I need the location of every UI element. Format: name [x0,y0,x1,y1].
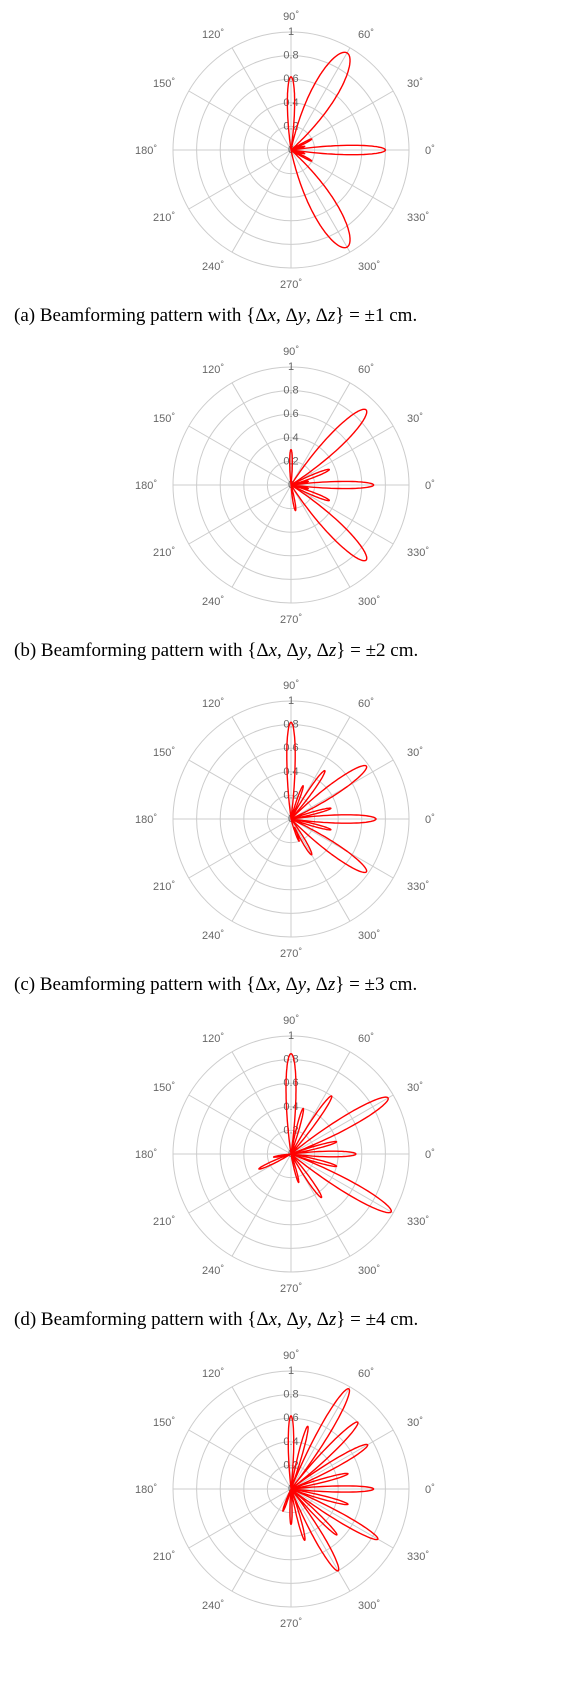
svg-text:60°: 60° [358,362,374,376]
svg-text:0.8: 0.8 [283,719,298,731]
figure-panel-e: 0° 30° 60° 90° 120° 150° 180° 210° 240° 270° 300° 3… [0,1339,582,1639]
polar-plot: 0° 30° 60° 90° 120° 150° 180° 210° 240° 270° 300° 3… [0,335,582,635]
svg-text:210°: 210° [153,879,175,893]
svg-text:270°: 270° [280,1281,302,1295]
svg-text:0°: 0° [425,478,435,492]
svg-text:240°: 240° [202,1598,224,1612]
svg-text:240°: 240° [202,1263,224,1277]
svg-text:300°: 300° [358,1263,380,1277]
svg-text:30°: 30° [407,745,423,759]
svg-text:330°: 330° [407,210,429,224]
svg-text:90°: 90° [283,678,299,692]
svg-text:0.4: 0.4 [283,766,298,778]
svg-text:0.8: 0.8 [283,384,298,396]
svg-text:240°: 240° [202,928,224,942]
svg-text:210°: 210° [153,210,175,224]
svg-text:1: 1 [288,1365,294,1377]
svg-text:60°: 60° [358,1031,374,1045]
svg-text:300°: 300° [358,1598,380,1612]
svg-text:30°: 30° [407,76,423,90]
svg-text:300°: 300° [358,259,380,273]
svg-text:120°: 120° [202,362,224,376]
svg-text:180°: 180° [135,1147,157,1161]
svg-text:30°: 30° [407,411,423,425]
subfigure-caption: (c) Beamforming pattern with {Δx, Δy, Δz… [0,969,431,1004]
svg-text:1: 1 [288,695,294,707]
svg-text:210°: 210° [153,1549,175,1563]
svg-text:1: 1 [288,1030,294,1042]
svg-text:60°: 60° [358,696,374,710]
svg-text:0.4: 0.4 [283,1436,298,1448]
svg-text:30°: 30° [407,1415,423,1429]
subfigure-caption: (d) Beamforming pattern with {Δx, Δy, Δz… [0,1304,432,1339]
figure-panel-d: 0° 30° 60° 90° 120° 150° 180° 210° 240° 270° 300° 3… [0,1004,582,1339]
svg-text:0°: 0° [425,1482,435,1496]
svg-text:150°: 150° [153,411,175,425]
svg-text:1: 1 [288,361,294,373]
svg-text:0.6: 0.6 [283,743,298,755]
svg-text:60°: 60° [358,27,374,41]
svg-text:0.8: 0.8 [283,1388,298,1400]
svg-text:180°: 180° [135,812,157,826]
svg-text:300°: 300° [358,928,380,942]
svg-text:1: 1 [288,26,294,38]
figure-panel-b: 0° 30° 60° 90° 120° 150° 180° 210° 240° 270° 300° 3… [0,335,582,670]
svg-text:240°: 240° [202,594,224,608]
svg-text:150°: 150° [153,745,175,759]
subfigure-caption: (b) Beamforming pattern with {Δx, Δy, Δz… [0,635,432,670]
svg-text:0°: 0° [425,1147,435,1161]
svg-text:0.8: 0.8 [283,1054,298,1066]
svg-text:0.6: 0.6 [283,1412,298,1424]
svg-text:120°: 120° [202,1031,224,1045]
svg-text:180°: 180° [135,1482,157,1496]
svg-text:270°: 270° [280,612,302,626]
svg-text:90°: 90° [283,344,299,358]
polar-plot: 0° 30° 60° 90° 120° 150° 180° 210° 240° 270° 300° 3… [0,0,582,300]
svg-text:0.6: 0.6 [283,73,298,85]
svg-text:120°: 120° [202,27,224,41]
polar-plot: 0° 30° 60° 90° 120° 150° 180° 210° 240° 270° 300° 3… [0,1004,582,1304]
svg-text:120°: 120° [202,1366,224,1380]
svg-text:90°: 90° [283,9,299,23]
svg-text:330°: 330° [407,1214,429,1228]
svg-text:90°: 90° [283,1013,299,1027]
svg-text:150°: 150° [153,1080,175,1094]
svg-text:90°: 90° [283,1348,299,1362]
subfigure-caption: (a) Beamforming pattern with {Δx, Δy, Δz… [0,300,431,335]
svg-text:330°: 330° [407,879,429,893]
svg-text:270°: 270° [280,946,302,960]
svg-text:330°: 330° [407,545,429,559]
svg-text:180°: 180° [135,478,157,492]
svg-text:330°: 330° [407,1549,429,1563]
svg-text:0.4: 0.4 [283,431,298,443]
svg-text:270°: 270° [280,1616,302,1630]
svg-text:0.6: 0.6 [283,408,298,420]
svg-text:150°: 150° [153,1415,175,1429]
svg-text:240°: 240° [202,259,224,273]
svg-text:0.2: 0.2 [283,455,298,467]
svg-text:180°: 180° [135,143,157,157]
svg-text:210°: 210° [153,1214,175,1228]
svg-text:210°: 210° [153,545,175,559]
svg-text:120°: 120° [202,696,224,710]
figure-panel-c: 0° 30° 60° 90° 120° 150° 180° 210° 240° 270° 300° 3… [0,669,582,1004]
svg-text:0.4: 0.4 [283,97,298,109]
svg-text:30°: 30° [407,1080,423,1094]
svg-text:0.8: 0.8 [283,50,298,62]
polar-plot: 0° 30° 60° 90° 120° 150° 180° 210° 240° 270° 300° 3… [0,669,582,969]
svg-text:60°: 60° [358,1366,374,1380]
svg-text:0°: 0° [425,143,435,157]
polar-plot: 0° 30° 60° 90° 120° 150° 180° 210° 240° 270° 300° 3… [0,1339,582,1639]
svg-text:270°: 270° [280,277,302,291]
figure-panel-a: 0° 30° 60° 90° 120° 150° 180° 210° 240° 270° 300° 3… [0,0,582,335]
svg-text:300°: 300° [358,594,380,608]
svg-text:150°: 150° [153,76,175,90]
svg-text:0°: 0° [425,812,435,826]
